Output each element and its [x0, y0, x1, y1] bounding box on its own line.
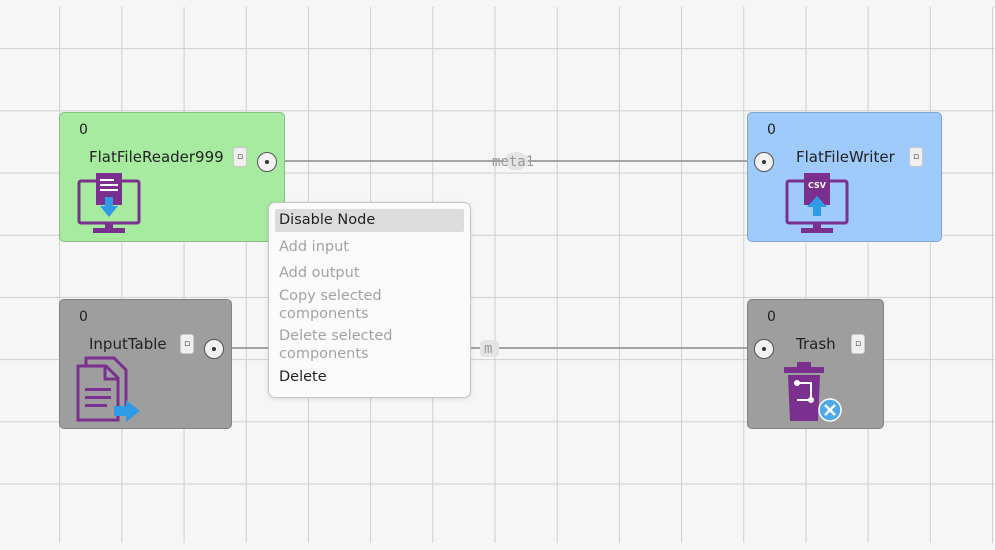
- menu-item-delete-selected[interactable]: Delete selected components: [275, 326, 413, 364]
- trash-bin-icon: [782, 360, 852, 426]
- node-trash[interactable]: 0 Trash ▫: [747, 299, 884, 429]
- menu-item-disable-node[interactable]: Disable Node: [275, 209, 464, 232]
- node-menu-button[interactable]: ▫: [180, 334, 194, 354]
- document-export-icon: [74, 356, 144, 426]
- menu-item-add-input[interactable]: Add input: [275, 234, 464, 260]
- menu-item-add-output[interactable]: Add output: [275, 260, 464, 286]
- output-port[interactable]: [204, 339, 224, 359]
- node-count: 0: [79, 122, 88, 138]
- node-input-table[interactable]: 0 InputTable ▫: [59, 299, 232, 429]
- node-flat-file-reader[interactable]: 0 FlatFileReader999 ▫: [59, 112, 285, 242]
- menu-item-copy-selected[interactable]: Copy selected components: [275, 286, 403, 324]
- node-title: FlatFileWriter: [796, 148, 895, 166]
- node-title: Trash: [796, 335, 836, 353]
- monitor-download-icon: [76, 171, 142, 237]
- edge-layer: meta1 m: [224, 152, 764, 357]
- edge-label-m: m: [484, 341, 492, 357]
- node-count: 0: [767, 309, 776, 325]
- node-title: FlatFileReader999: [89, 148, 224, 166]
- node-title: InputTable: [89, 335, 167, 353]
- csv-label: CSV: [808, 181, 827, 190]
- context-menu: Disable Node Add input Add output Copy s…: [268, 202, 471, 398]
- monitor-csv-upload-icon: CSV: [784, 171, 850, 237]
- output-port[interactable]: [257, 152, 277, 172]
- node-menu-button[interactable]: ▫: [909, 147, 923, 167]
- input-port[interactable]: [754, 152, 774, 172]
- node-menu-button[interactable]: ▫: [851, 334, 865, 354]
- node-count: 0: [79, 309, 88, 325]
- edge-label-meta1: meta1: [492, 154, 534, 170]
- menu-item-delete[interactable]: Delete: [275, 364, 464, 390]
- node-flat-file-writer[interactable]: 0 FlatFileWriter ▫ CSV: [747, 112, 942, 242]
- input-port[interactable]: [754, 339, 774, 359]
- node-menu-button[interactable]: ▫: [233, 147, 247, 167]
- node-count: 0: [767, 122, 776, 138]
- workflow-canvas[interactable]: meta1 m 0 FlatFileReader999 ▫ 0 FlatFile…: [0, 0, 995, 550]
